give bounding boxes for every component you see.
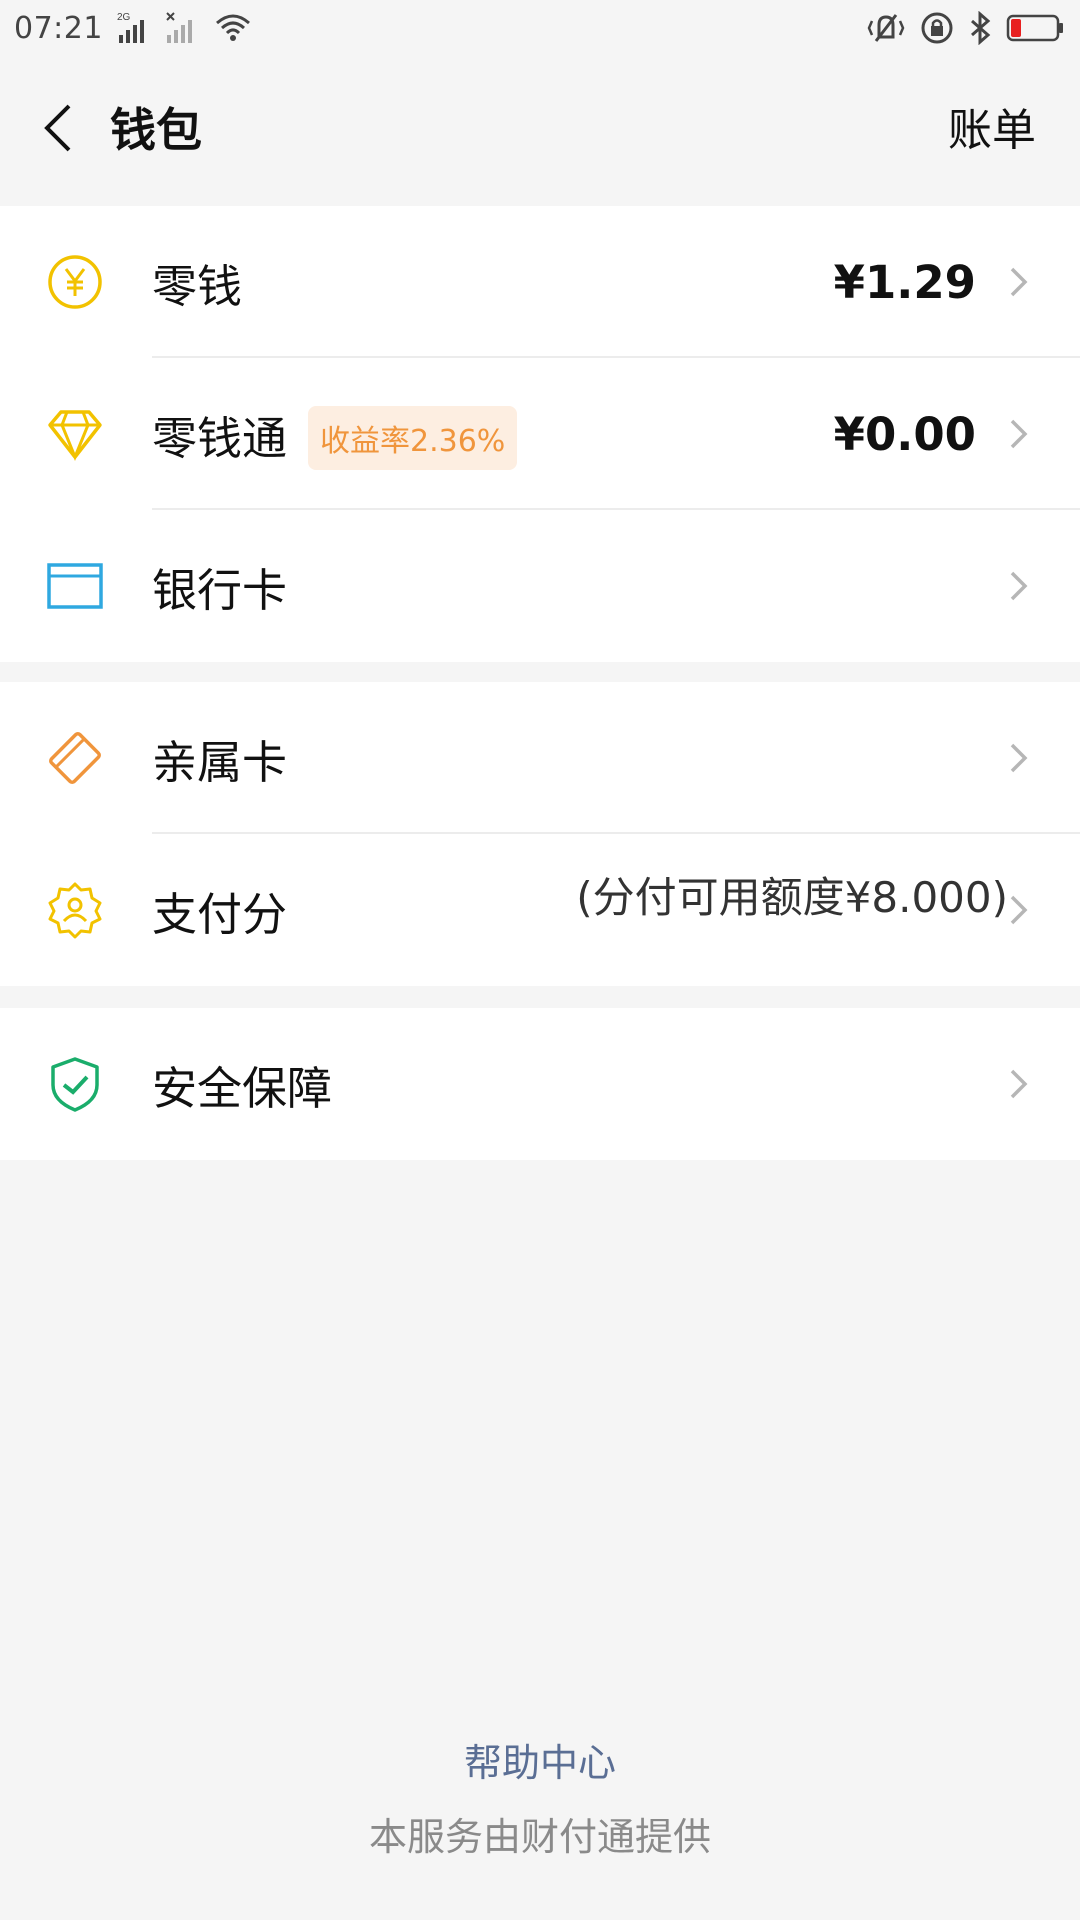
rotation-lock-icon [920,11,954,45]
network-label: 2G [117,12,131,23]
wifi-icon [213,11,253,45]
page-title: 钱包 [110,103,202,157]
status-time: 07:21 [14,10,103,46]
list-item-change-plus[interactable]: 零钱通 收益率2.36% ¥0.00 [0,358,1080,510]
chevron-right-icon [1008,741,1030,775]
back-button[interactable] [30,96,86,160]
list-item-change[interactable]: 零钱 ¥1.29 [0,206,1080,358]
balance-value: ¥0.00 [833,407,976,461]
list-item-label: 零钱通 [152,411,288,465]
status-right [866,11,1066,45]
bill-button[interactable]: 账单 [948,94,1036,158]
pay-score-badge-icon [46,881,104,939]
list-item-security[interactable]: 安全保障 [0,1008,1080,1160]
chevron-right-icon [1008,893,1030,927]
chevron-right-icon [1008,265,1030,299]
diamond-icon [46,405,104,463]
chevron-left-icon [44,104,71,152]
bluetooth-icon [968,11,992,45]
chevron-right-icon [1008,417,1030,451]
chevron-right-icon [1008,1067,1030,1101]
family-card-icon [46,729,104,787]
battery-low-icon [1006,11,1066,45]
wallet-section-services: 亲属卡 支付分 (分付可用额度¥8.000) [0,682,1080,986]
vibrate-icon [866,11,906,45]
status-bar: 07:21 2G [0,0,1080,56]
signal-no-sim-icon [165,11,199,45]
credit-limit-text: (分付可用额度¥8.000) [576,873,1008,922]
wallet-section-security: 安全保障 [0,1008,1080,1160]
balance-value: ¥1.29 [833,255,976,309]
status-left: 07:21 2G [14,11,253,46]
list-item-label: 亲属卡 [152,735,288,789]
list-item-pay-score[interactable]: 支付分 (分付可用额度¥8.000) [0,834,1080,986]
header: 钱包 账单 [0,56,1080,206]
list-item-label: 安全保障 [152,1061,333,1115]
signal-2g-icon: 2G [117,11,151,45]
yuan-coin-icon [46,253,104,311]
list-item-label: 零钱 [152,259,243,313]
bank-card-icon [46,557,104,615]
provider-note: 本服务由财付通提供 [368,1815,711,1859]
help-center-link[interactable]: 帮助中心 [0,1732,1080,1787]
list-item-label: 银行卡 [152,563,288,617]
list-item-bank-card[interactable]: 银行卡 [0,510,1080,662]
list-item-family-card[interactable]: 亲属卡 [0,682,1080,834]
shield-check-icon [46,1055,104,1113]
chevron-right-icon [1008,569,1030,603]
list-item-label: 支付分 [152,887,288,941]
wallet-section-balances: 零钱 ¥1.29 零钱通 收益率2.36% ¥0.00 银行卡 [0,206,1080,662]
yield-rate-badge: 收益率2.36% [308,406,518,470]
